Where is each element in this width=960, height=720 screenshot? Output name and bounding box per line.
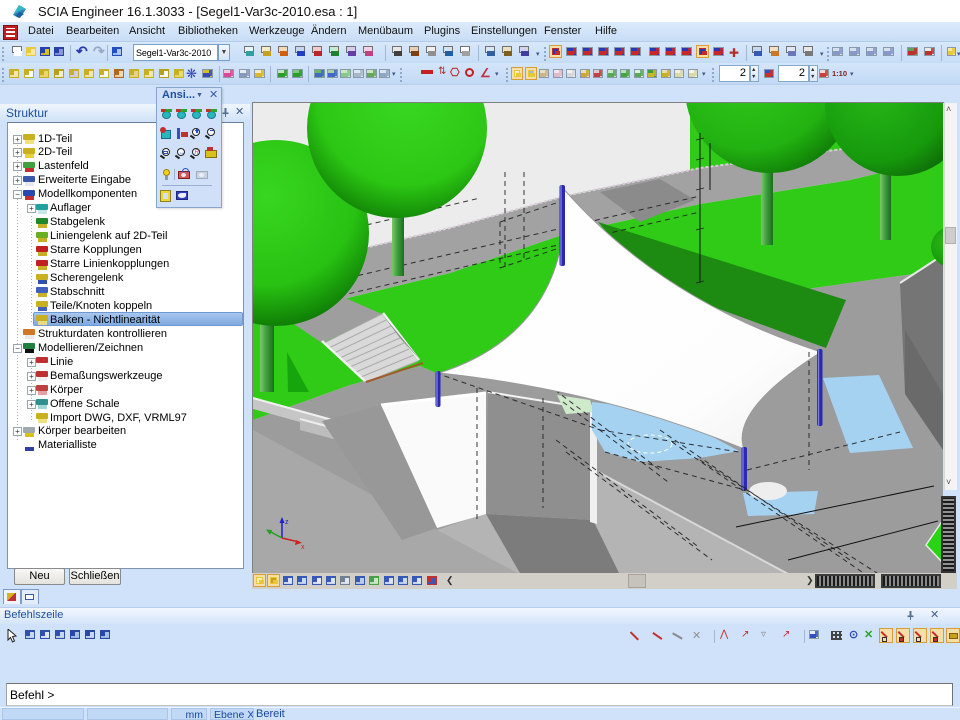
svg-text:x: x (301, 544, 305, 551)
svg-text:z: z (285, 519, 289, 526)
